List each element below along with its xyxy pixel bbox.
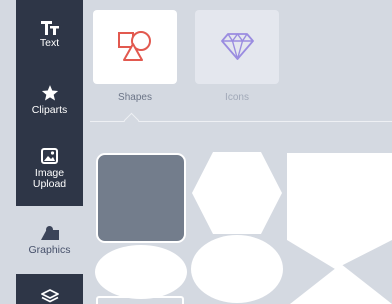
image-upload-icon: [41, 148, 58, 164]
sidebar-item-cliparts[interactable]: Cliparts: [16, 84, 83, 134]
layers-icon: [40, 289, 59, 303]
diamond-icon: [221, 33, 254, 60]
shape-hexagon[interactable]: [191, 151, 283, 235]
category-icons-card[interactable]: [195, 10, 279, 84]
graphics-icon: [40, 226, 59, 240]
shape-pentagon-banner[interactable]: [287, 153, 392, 269]
shape-ellipse[interactable]: [94, 244, 188, 300]
sidebar-item-layers[interactable]: [16, 274, 83, 304]
sidebar-item-image-upload[interactable]: Image Upload: [16, 148, 83, 206]
sidebar-item-label: Cliparts: [31, 104, 68, 116]
sidebar-item-label: Text: [39, 37, 60, 49]
category-icons-label: Icons: [225, 92, 249, 103]
graphics-app: Text Cliparts Image Upload Graphics Shap…: [0, 0, 392, 304]
category-shapes-label: Shapes: [118, 92, 152, 103]
sidebar-item-label-line2: Upload: [32, 178, 67, 190]
text-icon: [40, 21, 59, 35]
sidebar-item-text[interactable]: Text: [16, 0, 83, 60]
category-shapes-card[interactable]: [93, 10, 177, 84]
selected-category-pointer: [123, 112, 140, 129]
shape-rounded-square[interactable]: [96, 153, 186, 243]
shapes-icon: [118, 31, 151, 61]
star-icon: [41, 85, 58, 101]
sidebar-item-graphics[interactable]: Graphics: [16, 206, 83, 274]
shape-ellipse-2[interactable]: [190, 234, 284, 304]
shape-diamond[interactable]: [290, 264, 392, 304]
shape-thumbnail-partial[interactable]: [96, 296, 184, 304]
sidebar-item-label: Graphics: [28, 244, 71, 256]
